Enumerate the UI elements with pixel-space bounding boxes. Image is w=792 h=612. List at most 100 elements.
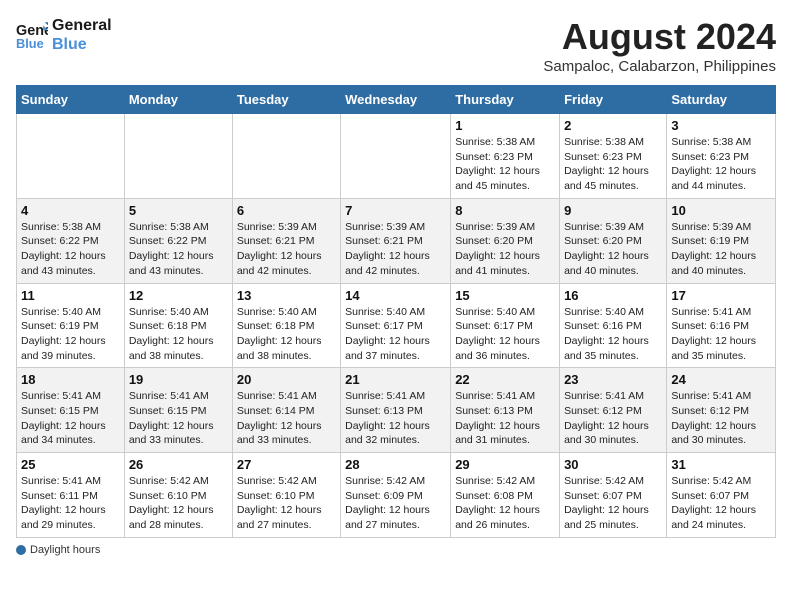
calendar-cell: 8Sunrise: 5:39 AM Sunset: 6:20 PM Daylig… xyxy=(451,198,560,283)
day-info: Sunrise: 5:41 AM Sunset: 6:11 PM Dayligh… xyxy=(21,474,120,533)
day-info: Sunrise: 5:41 AM Sunset: 6:12 PM Dayligh… xyxy=(671,389,771,448)
calendar-cell: 5Sunrise: 5:38 AM Sunset: 6:22 PM Daylig… xyxy=(124,198,232,283)
logo: General Blue General Blue xyxy=(16,16,112,54)
day-number: 28 xyxy=(345,457,446,472)
day-number: 17 xyxy=(671,288,771,303)
day-info: Sunrise: 5:39 AM Sunset: 6:20 PM Dayligh… xyxy=(564,220,662,279)
calendar-cell xyxy=(17,114,125,199)
day-info: Sunrise: 5:41 AM Sunset: 6:12 PM Dayligh… xyxy=(564,389,662,448)
calendar-cell: 19 Sunrise: 5:41 AM Sunset: 6:15 PM Dayli… xyxy=(124,368,232,453)
day-number: 27 xyxy=(237,457,336,472)
footer: Daylight hours xyxy=(16,544,776,556)
logo-blue: Blue xyxy=(52,35,112,54)
calendar-week-row: 11 Sunrise: 5:40 AM Sunset: 6:19 PM Dayli… xyxy=(17,283,776,368)
day-info: Sunrise: 5:41 AM Sunset: 6:14 PM Dayligh… xyxy=(237,389,336,448)
day-number: 3 xyxy=(671,118,771,133)
day-number: 8 xyxy=(455,203,555,218)
day-info: Sunrise: 5:42 AM Sunset: 6:08 PM Dayligh… xyxy=(455,474,555,533)
calendar-cell: 26 Sunrise: 5:42 AM Sunset: 6:10 PM Dayli… xyxy=(124,453,232,538)
day-info: Sunrise: 5:41 AM Sunset: 6:15 PM Dayligh… xyxy=(129,389,228,448)
weekday-header-tuesday: Tuesday xyxy=(232,86,340,114)
calendar-cell: 14Sunrise: 5:40 AM Sunset: 6:17 PM Dayli… xyxy=(341,283,451,368)
weekday-header-thursday: Thursday xyxy=(451,86,560,114)
calendar-cell: 28 Sunrise: 5:42 AM Sunset: 6:09 PM Dayli… xyxy=(341,453,451,538)
day-number: 6 xyxy=(237,203,336,218)
day-info: Sunrise: 5:39 AM Sunset: 6:21 PM Dayligh… xyxy=(237,220,336,279)
calendar-cell: 15Sunrise: 5:40 AM Sunset: 6:17 PM Dayli… xyxy=(451,283,560,368)
calendar-cell: 30 Sunrise: 5:42 AM Sunset: 6:07 PM Dayli… xyxy=(560,453,667,538)
svg-text:Blue: Blue xyxy=(16,36,44,51)
day-info: Sunrise: 5:40 AM Sunset: 6:17 PM Dayligh… xyxy=(345,305,446,364)
day-info: Sunrise: 5:39 AM Sunset: 6:21 PM Dayligh… xyxy=(345,220,446,279)
day-info: Sunrise: 5:40 AM Sunset: 6:18 PM Dayligh… xyxy=(129,305,228,364)
weekday-header-saturday: Saturday xyxy=(667,86,776,114)
calendar-cell: 29Sunrise: 5:42 AM Sunset: 6:08 PM Dayli… xyxy=(451,453,560,538)
calendar-week-row: 4Sunrise: 5:38 AM Sunset: 6:22 PM Daylig… xyxy=(17,198,776,283)
day-number: 21 xyxy=(345,372,446,387)
calendar-cell xyxy=(232,114,340,199)
weekday-header-sunday: Sunday xyxy=(17,86,125,114)
day-info: Sunrise: 5:42 AM Sunset: 6:07 PM Dayligh… xyxy=(564,474,662,533)
calendar-cell: 12 Sunrise: 5:40 AM Sunset: 6:18 PM Dayli… xyxy=(124,283,232,368)
day-info: Sunrise: 5:38 AM Sunset: 6:23 PM Dayligh… xyxy=(671,135,771,194)
day-number: 7 xyxy=(345,203,446,218)
calendar-cell: 2Sunrise: 5:38 AM Sunset: 6:23 PM Daylig… xyxy=(560,114,667,199)
day-number: 18 xyxy=(21,372,120,387)
calendar-week-row: 25 Sunrise: 5:41 AM Sunset: 6:11 PM Dayli… xyxy=(17,453,776,538)
day-info: Sunrise: 5:42 AM Sunset: 6:07 PM Dayligh… xyxy=(671,474,771,533)
day-info: Sunrise: 5:38 AM Sunset: 6:22 PM Dayligh… xyxy=(21,220,120,279)
day-number: 23 xyxy=(564,372,662,387)
calendar-cell: 23 Sunrise: 5:41 AM Sunset: 6:12 PM Dayli… xyxy=(560,368,667,453)
day-number: 10 xyxy=(671,203,771,218)
calendar-cell: 20Sunrise: 5:41 AM Sunset: 6:14 PM Dayli… xyxy=(232,368,340,453)
day-number: 5 xyxy=(129,203,228,218)
day-number: 1 xyxy=(455,118,555,133)
daylight-dot xyxy=(16,545,26,555)
weekday-header-monday: Monday xyxy=(124,86,232,114)
calendar-cell: 18 Sunrise: 5:41 AM Sunset: 6:15 PM Dayli… xyxy=(17,368,125,453)
calendar-cell: 1 Sunrise: 5:38 AM Sunset: 6:23 PM Daylig… xyxy=(451,114,560,199)
day-info: Sunrise: 5:41 AM Sunset: 6:16 PM Dayligh… xyxy=(671,305,771,364)
calendar-cell: 9 Sunrise: 5:39 AM Sunset: 6:20 PM Daylig… xyxy=(560,198,667,283)
day-number: 30 xyxy=(564,457,662,472)
calendar-cell: 7 Sunrise: 5:39 AM Sunset: 6:21 PM Daylig… xyxy=(341,198,451,283)
day-info: Sunrise: 5:40 AM Sunset: 6:16 PM Dayligh… xyxy=(564,305,662,364)
day-info: Sunrise: 5:41 AM Sunset: 6:13 PM Dayligh… xyxy=(345,389,446,448)
day-number: 11 xyxy=(21,288,120,303)
title-block: August 2024 Sampaloc, Calabarzon, Philip… xyxy=(543,16,776,75)
month-year: August 2024 xyxy=(543,16,776,58)
day-number: 9 xyxy=(564,203,662,218)
day-info: Sunrise: 5:40 AM Sunset: 6:19 PM Dayligh… xyxy=(21,305,120,364)
day-info: Sunrise: 5:42 AM Sunset: 6:09 PM Dayligh… xyxy=(345,474,446,533)
calendar-cell: 13 Sunrise: 5:40 AM Sunset: 6:18 PM Dayli… xyxy=(232,283,340,368)
calendar-cell: 22Sunrise: 5:41 AM Sunset: 6:13 PM Dayli… xyxy=(451,368,560,453)
day-info: Sunrise: 5:40 AM Sunset: 6:18 PM Dayligh… xyxy=(237,305,336,364)
day-number: 12 xyxy=(129,288,228,303)
calendar-cell: 11 Sunrise: 5:40 AM Sunset: 6:19 PM Dayli… xyxy=(17,283,125,368)
day-number: 25 xyxy=(21,457,120,472)
calendar-cell: 3 Sunrise: 5:38 AM Sunset: 6:23 PM Daylig… xyxy=(667,114,776,199)
day-number: 19 xyxy=(129,372,228,387)
calendar-cell xyxy=(341,114,451,199)
calendar-cell xyxy=(124,114,232,199)
calendar-cell: 16 Sunrise: 5:40 AM Sunset: 6:16 PM Dayli… xyxy=(560,283,667,368)
calendar-cell: 31Sunrise: 5:42 AM Sunset: 6:07 PM Dayli… xyxy=(667,453,776,538)
day-info: Sunrise: 5:38 AM Sunset: 6:23 PM Dayligh… xyxy=(564,135,662,194)
weekday-header-wednesday: Wednesday xyxy=(341,86,451,114)
day-info: Sunrise: 5:41 AM Sunset: 6:15 PM Dayligh… xyxy=(21,389,120,448)
weekday-header-friday: Friday xyxy=(560,86,667,114)
day-info: Sunrise: 5:38 AM Sunset: 6:23 PM Dayligh… xyxy=(455,135,555,194)
calendar-week-row: 1 Sunrise: 5:38 AM Sunset: 6:23 PM Daylig… xyxy=(17,114,776,199)
day-number: 15 xyxy=(455,288,555,303)
day-number: 26 xyxy=(129,457,228,472)
day-number: 24 xyxy=(671,372,771,387)
logo-general: General xyxy=(52,16,112,35)
day-number: 16 xyxy=(564,288,662,303)
day-number: 13 xyxy=(237,288,336,303)
day-info: Sunrise: 5:41 AM Sunset: 6:13 PM Dayligh… xyxy=(455,389,555,448)
day-info: Sunrise: 5:42 AM Sunset: 6:10 PM Dayligh… xyxy=(129,474,228,533)
calendar-table: SundayMondayTuesdayWednesdayThursdayFrid… xyxy=(16,85,776,538)
day-info: Sunrise: 5:42 AM Sunset: 6:10 PM Dayligh… xyxy=(237,474,336,533)
location: Sampaloc, Calabarzon, Philippines xyxy=(543,58,776,75)
daylight-legend: Daylight hours xyxy=(16,544,100,556)
